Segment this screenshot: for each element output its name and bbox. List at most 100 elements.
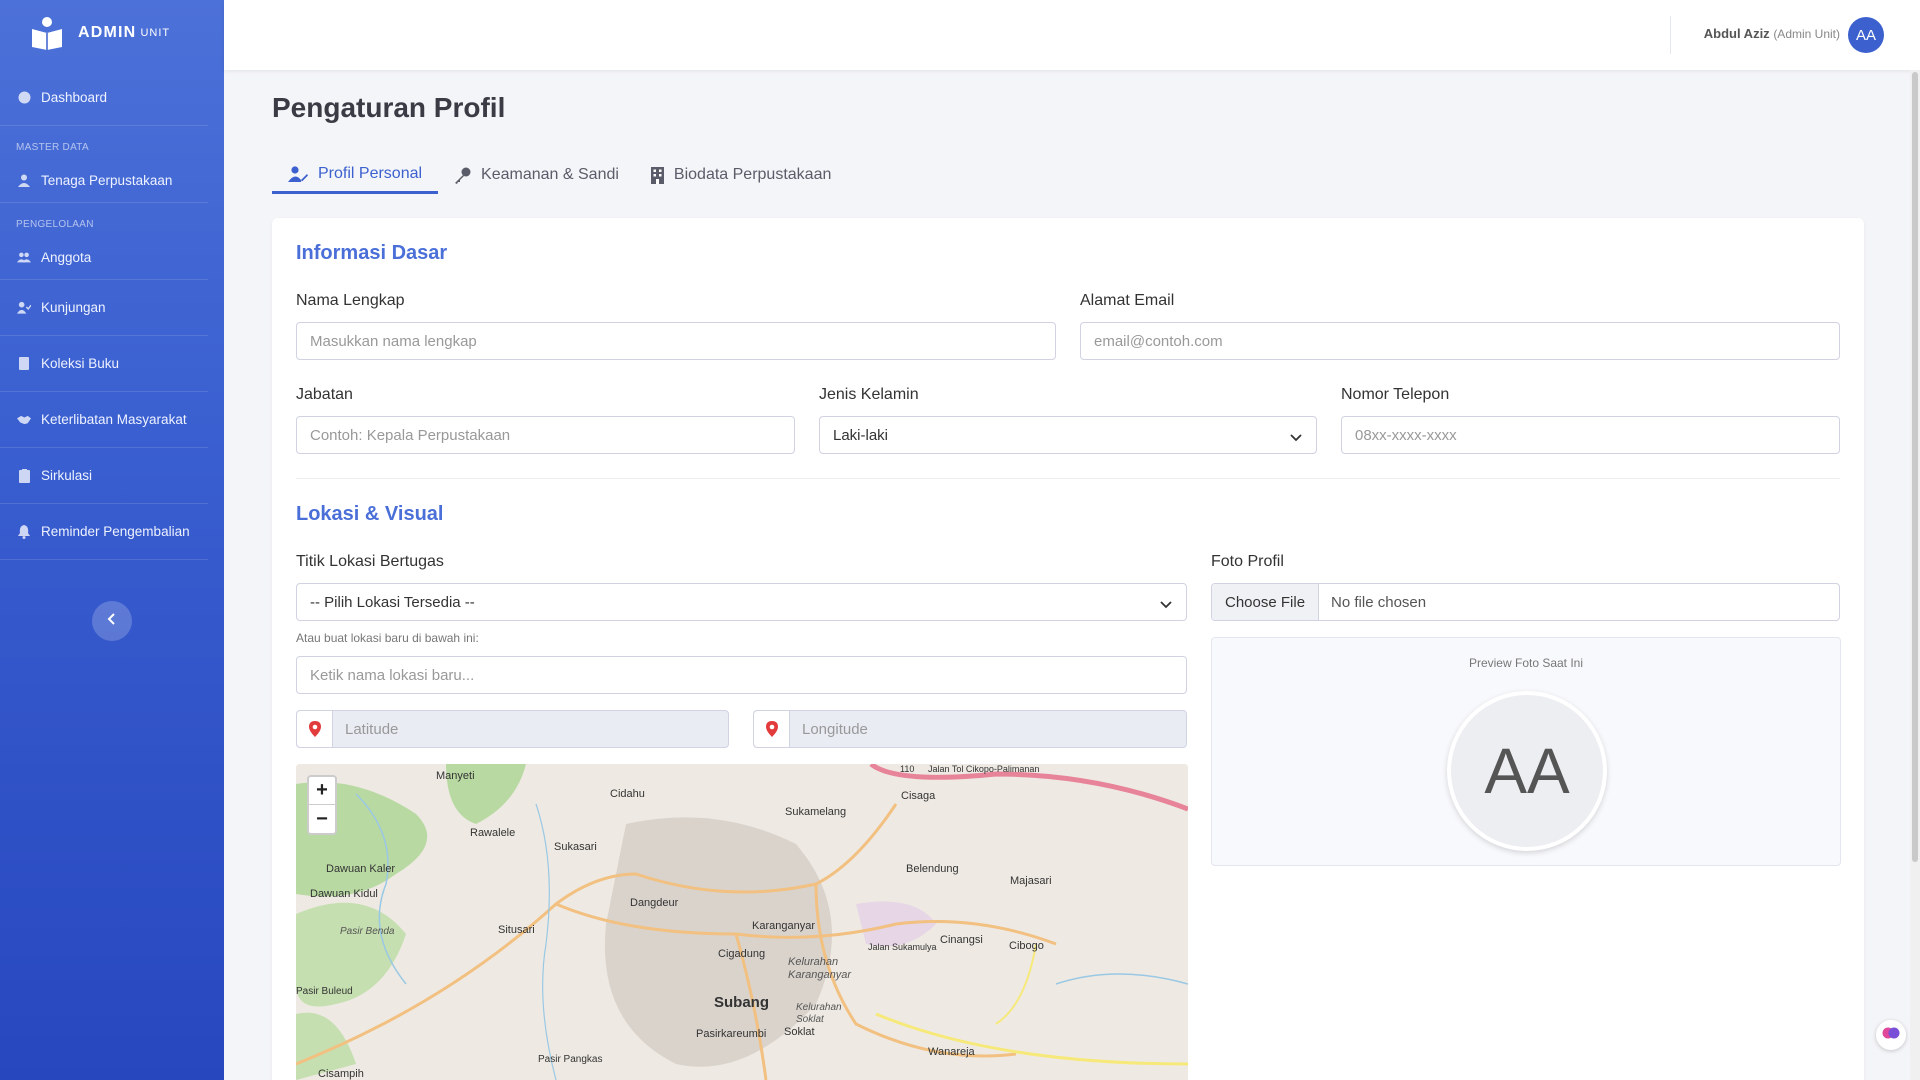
tab-keamanan[interactable]: Keamanan & Sandi <box>438 156 635 194</box>
map-label: Cidahu <box>610 788 645 800</box>
sidebar-item-label: Sirkulasi <box>41 468 93 483</box>
chevron-left-icon <box>107 612 117 630</box>
page-title: Pengaturan Profil <box>272 92 506 123</box>
map-label: Sukasari <box>554 841 597 853</box>
sidebar-item-sirkulasi[interactable]: Sirkulasi <box>0 448 208 504</box>
user-icon <box>17 174 31 188</box>
tab-label: Profil Personal <box>318 164 423 182</box>
user-edit-icon <box>288 165 308 182</box>
scroll-thumb[interactable] <box>1912 72 1918 862</box>
preview-label: Preview Foto Saat Ini <box>1468 656 1584 670</box>
latitude-placeholder: Latitude <box>345 720 399 738</box>
map-label: Soklat <box>784 1026 815 1038</box>
sidebar-item-reminder[interactable]: Reminder Pengembalian <box>0 504 208 560</box>
sidebar-item-dashboard[interactable]: Dashboard <box>0 70 208 126</box>
sidebar-item-label: Reminder Pengembalian <box>41 524 190 539</box>
user-check-icon <box>17 301 31 315</box>
topbar: Abdul Aziz (Admin Unit) AA <box>224 0 1920 70</box>
section-title-informasi: Informasi Dasar <box>296 242 448 264</box>
tabs: Profil Personal Keamanan & Sandi Biodata… <box>272 156 847 194</box>
map-label: Belendung <box>906 863 959 875</box>
bell-icon <box>17 524 31 539</box>
tab-biodata[interactable]: Biodata Perpustakaan <box>635 156 847 194</box>
brand-sup: UNIT <box>140 27 171 39</box>
gender-label: Jenis Kelamin <box>819 386 919 403</box>
zoom-out-button[interactable]: − <box>309 805 335 833</box>
section-divider <box>296 478 1840 479</box>
tab-label: Keamanan & Sandi <box>481 166 619 183</box>
clipboard-icon <box>17 468 31 483</box>
section-title-lokasi: Lokasi & Visual <box>296 503 444 525</box>
longitude-input[interactable]: Longitude <box>753 710 1187 748</box>
map-label: Cibogo <box>1009 940 1044 952</box>
lokasi-hint: Atau buat lokasi baru di bawah ini: <box>296 631 479 645</box>
nav-heading-pengelolaan: PENGELOLAAN <box>16 219 94 230</box>
email-input[interactable]: email@contoh.com <box>1080 322 1840 360</box>
new-lokasi-input[interactable]: Ketik nama lokasi baru... <box>296 656 1187 694</box>
map-label: Pasirkareumbi <box>696 1028 767 1040</box>
book-icon <box>17 357 31 371</box>
zoom-in-button[interactable]: + <box>309 777 335 805</box>
map-label: Karanganyar <box>752 920 815 932</box>
gender-select-value: Laki-laki <box>833 426 889 444</box>
map-label: Dawuan Kaler <box>326 863 396 875</box>
sidebar-item-label: Dashboard <box>41 90 108 105</box>
map-label: Cinangsi <box>940 934 983 946</box>
sidebar-item-label: Keterlibatan Masyarakat <box>41 412 187 427</box>
preview-box: Preview Foto Saat Ini AA <box>1211 637 1841 866</box>
building-icon <box>650 166 664 184</box>
avatar[interactable]: AA <box>1848 17 1884 53</box>
map-label: Kelurahan Karanganyar <box>788 956 851 981</box>
sidebar-item-koleksi-buku[interactable]: Koleksi Buku <box>0 336 208 392</box>
jabatan-input[interactable]: Contoh: Kepala Perpustakaan <box>296 416 795 454</box>
chevron-down-icon <box>1290 429 1302 446</box>
sidebar-item-label: Anggota <box>41 250 92 265</box>
sidebar-item-tenaga[interactable]: Tenaga Perpustakaan <box>0 159 208 203</box>
user-role: (Admin Unit) <box>1773 27 1840 41</box>
map-marker-icon <box>297 711 333 747</box>
map-label: Pasir Benda <box>340 926 395 937</box>
sidebar-toggle-button[interactable] <box>92 601 132 641</box>
brand[interactable]: ADMIN UNIT <box>0 0 224 66</box>
gender-select[interactable]: Laki-laki <box>819 416 1317 454</box>
location-map[interactable]: + − Manyeti Cidahu Sukamelang Cisaga Raw… <box>296 764 1188 1080</box>
chevron-down-icon <box>1160 596 1172 613</box>
phone-label: Nomor Telepon <box>1341 386 1450 403</box>
foto-file-input[interactable]: Choose File No file chosen <box>1211 583 1840 621</box>
jabatan-label: Jabatan <box>296 386 353 403</box>
nama-input[interactable]: Masukkan nama lengkap <box>296 322 1056 360</box>
sidebar-item-keterlibatan[interactable]: Keterlibatan Masyarakat <box>0 392 208 448</box>
map-label: Subang <box>714 994 769 1011</box>
choose-file-button[interactable]: Choose File <box>1212 584 1320 620</box>
map-zoom-control: + − <box>307 775 337 835</box>
map-label: Cisaga <box>901 790 936 802</box>
no-file-text: No file chosen <box>1331 593 1427 611</box>
map-label: Situsari <box>498 924 535 936</box>
map-label: Dawuan Kidul <box>310 888 378 900</box>
user-name: Abdul Aziz <box>1703 26 1770 41</box>
map-label: Jalan Sukamulya <box>868 942 937 952</box>
lokasi-select-value: -- Pilih Lokasi Tersedia -- <box>310 593 475 611</box>
brain-icon <box>1882 1025 1900 1046</box>
email-label: Alamat Email <box>1080 292 1175 309</box>
preview-avatar: AA <box>1447 691 1607 851</box>
map-marker-icon <box>754 711 790 747</box>
tab-profil-personal[interactable]: Profil Personal <box>272 156 439 194</box>
users-icon <box>17 251 31 265</box>
sidebar-item-label: Kunjungan <box>41 300 106 315</box>
sidebar-item-kunjungan[interactable]: Kunjungan <box>0 280 208 336</box>
key-icon <box>454 167 471 184</box>
book-reader-icon <box>30 16 64 50</box>
phone-input[interactable]: 08xx-xxxx-xxxx <box>1341 416 1840 454</box>
user-menu[interactable]: Abdul Aziz (Admin Unit) <box>1704 26 1840 41</box>
latitude-input[interactable]: Latitude <box>296 710 729 748</box>
sidebar: ADMIN UNIT Dashboard MASTER DATA Tenaga … <box>0 0 224 1080</box>
map-label: Majasari <box>1010 875 1052 887</box>
sidebar-item-anggota[interactable]: Anggota <box>0 236 208 280</box>
lokasi-select[interactable]: -- Pilih Lokasi Tersedia -- <box>296 583 1187 621</box>
map-label: Kelurahan Soklat <box>796 1002 842 1025</box>
assistant-button[interactable] <box>1876 1020 1906 1050</box>
map-label: Pasir Buleud <box>296 986 353 997</box>
map-label: Dangdeur <box>630 897 679 909</box>
longitude-placeholder: Longitude <box>802 720 868 738</box>
